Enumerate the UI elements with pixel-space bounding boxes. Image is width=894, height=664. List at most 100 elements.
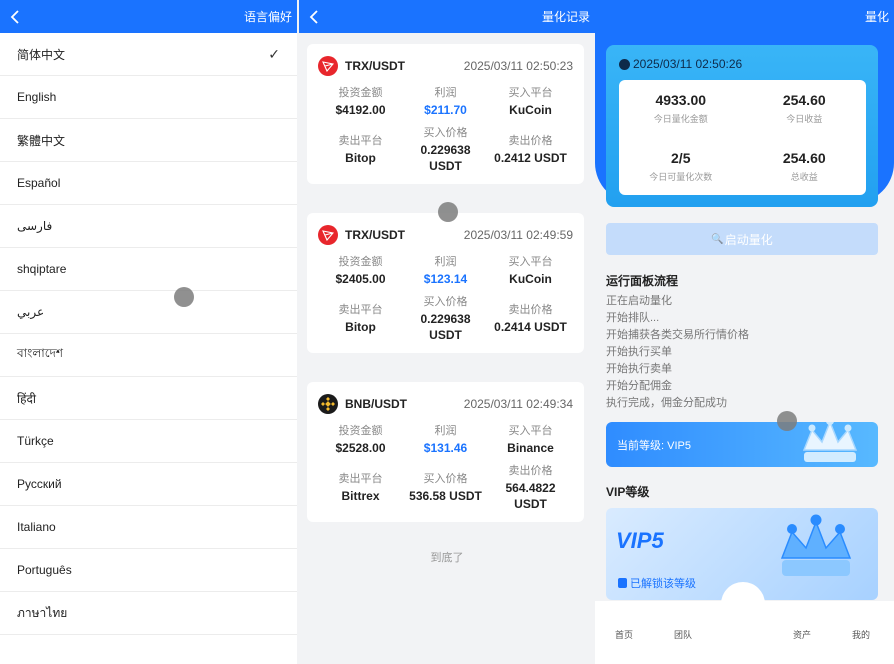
stat-label: 今日量化金额 bbox=[653, 114, 708, 125]
language-item[interactable]: English bbox=[0, 76, 297, 119]
language-item[interactable]: ภาษาไทย bbox=[0, 592, 297, 635]
end-of-list-note: 到底了 bbox=[430, 552, 464, 564]
quant-panel: 量化 2025/03/11 02:50:26 4933.00 今日量化金额 254.… bbox=[595, 0, 894, 664]
current-level-text: 当前等级: VIP5 bbox=[617, 439, 691, 452]
language-item[interactable]: 繁體中文 bbox=[0, 119, 297, 162]
record-field-buy-platform: 买入平台 Binance bbox=[488, 422, 573, 458]
current-level-banner[interactable]: 当前等级: VIP5 bbox=[606, 422, 878, 467]
flow-step: 开始执行买单 bbox=[606, 346, 672, 358]
language-item[interactable]: Italiano bbox=[0, 506, 297, 549]
crown-icon bbox=[802, 422, 858, 462]
field-value: KuCoin bbox=[509, 103, 552, 117]
records-panel: 量化记录 TRX/USDT 2025/03/11 02:50:23 投资金额 $419… bbox=[299, 0, 595, 664]
stat-label: 今日可量化次数 bbox=[649, 171, 713, 182]
record-field-invest: 投资金额 $2528.00 bbox=[318, 422, 403, 458]
language-item[interactable]: shqiptare bbox=[0, 248, 297, 291]
field-value: Bitop bbox=[345, 320, 376, 334]
bnb-icon bbox=[318, 394, 338, 414]
field-value: 0.229638 USDT bbox=[420, 312, 471, 342]
trading-pair: TRX/USDT bbox=[345, 228, 405, 242]
touch-indicator bbox=[174, 287, 194, 307]
field-label: 投资金额 bbox=[338, 425, 383, 437]
record-header: TRX/USDT 2025/03/11 02:50:23 bbox=[318, 54, 573, 78]
tab-team[interactable]: 团队 bbox=[674, 628, 692, 641]
header-bar: 语言偏好 bbox=[0, 0, 297, 33]
record-card[interactable]: TRX/USDT 2025/03/11 02:49:59 投资金额 $2405.00 利… bbox=[307, 213, 584, 353]
record-field-invest: 投资金额 $4192.00 bbox=[318, 84, 403, 120]
field-label: 利润 bbox=[434, 256, 457, 268]
field-value: Bitop bbox=[345, 151, 376, 165]
trading-pair: BNB/USDT bbox=[345, 397, 407, 411]
tab-home[interactable]: 首页 bbox=[615, 628, 633, 641]
language-label: Português bbox=[17, 563, 72, 577]
field-value: $4192.00 bbox=[335, 103, 386, 117]
field-label: 卖出价格 bbox=[508, 304, 553, 316]
language-item[interactable]: Türkçe bbox=[0, 420, 297, 463]
language-list: 简体中文 ✓ English 繁體中文 Español فارسی shqiptare عرب… bbox=[0, 33, 297, 635]
field-value: 0.2414 USDT bbox=[494, 320, 567, 334]
vip-section-title: VIP等级 bbox=[606, 485, 650, 499]
page-title: 量化记录 bbox=[541, 10, 590, 24]
back-arrow-icon[interactable] bbox=[10, 9, 26, 25]
language-item[interactable]: Русский bbox=[0, 463, 297, 506]
field-label: 卖出平台 bbox=[338, 135, 383, 147]
stat-value: 254.60 bbox=[782, 149, 826, 166]
field-value: Binance bbox=[507, 441, 554, 455]
record-field-invest: 投资金额 $2405.00 bbox=[318, 253, 403, 289]
language-label: Italiano bbox=[17, 520, 56, 534]
tab-mine[interactable]: 我的 bbox=[852, 628, 870, 641]
language-item[interactable]: हिंदी bbox=[0, 377, 297, 420]
check-icon: ✓ bbox=[268, 45, 280, 62]
language-label: Español bbox=[17, 176, 61, 190]
tab-assets[interactable]: 资产 bbox=[793, 628, 811, 641]
field-value: $131.46 bbox=[423, 441, 468, 455]
center-tab-button[interactable] bbox=[721, 582, 765, 626]
record-field-sell-price: 卖出价格 0.2412 USDT bbox=[488, 126, 573, 174]
language-item[interactable]: Español bbox=[0, 162, 297, 205]
stats-card: 2025/03/11 02:50:26 4933.00 今日量化金额 254.60 今… bbox=[606, 45, 878, 207]
crown-icon bbox=[780, 514, 852, 576]
flow-title: 运行面板流程 bbox=[606, 274, 679, 288]
record-field-profit: 利润 $123.14 bbox=[403, 253, 488, 289]
stat-value: 4933.00 bbox=[655, 92, 707, 109]
start-quant-label: 启动量化 bbox=[724, 232, 773, 247]
field-value: $2528.00 bbox=[335, 441, 386, 455]
flow-step: 开始捕获各类交易所行情价格 bbox=[606, 329, 749, 341]
language-label: 繁體中文 bbox=[17, 133, 66, 148]
field-label: 买入平台 bbox=[508, 256, 553, 268]
language-label: हिंदी bbox=[17, 391, 36, 406]
stat-item: 254.60 总收益 bbox=[743, 138, 867, 196]
field-value: 0.2412 USDT bbox=[494, 151, 567, 165]
language-item[interactable]: বাংলাদেশ bbox=[0, 334, 297, 377]
record-field-profit: 利润 $211.70 bbox=[403, 84, 488, 120]
language-label: ภาษาไทย bbox=[17, 605, 68, 620]
stat-item: 254.60 今日收益 bbox=[743, 80, 867, 138]
back-arrow-icon[interactable] bbox=[309, 9, 325, 25]
record-field-buy-price: 买入价格 536.58 USDT bbox=[403, 464, 488, 512]
language-label: বাংলাদেশ bbox=[17, 346, 63, 360]
language-item[interactable]: Português bbox=[0, 549, 297, 592]
flow-step: 开始排队... bbox=[606, 312, 660, 324]
record-field-sell-platform: 卖出平台 Bittrex bbox=[318, 464, 403, 512]
start-quant-button[interactable]: 🔍 启动量化 bbox=[606, 223, 878, 255]
record-card[interactable]: BNB/USDT 2025/03/11 02:49:34 投资金额 $2528.00 利… bbox=[307, 382, 584, 522]
record-card[interactable]: TRX/USDT 2025/03/11 02:50:23 投资金额 $4192.00 利… bbox=[307, 44, 584, 184]
language-item[interactable]: فارسی bbox=[0, 205, 297, 248]
clock-icon bbox=[619, 58, 630, 70]
vip-level-name: VIP5 bbox=[616, 528, 664, 553]
field-label: 买入平台 bbox=[508, 87, 553, 99]
record-field-buy-platform: 买入平台 KuCoin bbox=[488, 84, 573, 120]
record-time: 2025/03/11 02:50:23 bbox=[463, 59, 573, 73]
language-item[interactable]: 简体中文 ✓ bbox=[0, 33, 297, 76]
field-label: 投资金额 bbox=[338, 256, 383, 268]
search-icon: 🔍 bbox=[711, 233, 724, 245]
field-value: $211.70 bbox=[424, 103, 467, 117]
record-details: 投资金额 $2528.00 利润 $131.46 买入平台 Binance 卖出平台 Bitt… bbox=[318, 422, 573, 512]
flow-step: 开始执行卖单 bbox=[606, 363, 672, 375]
record-details: 投资金额 $2405.00 利润 $123.14 买入平台 KuCoin 卖出平台 Bitop… bbox=[318, 253, 573, 343]
language-item[interactable]: عربي bbox=[0, 291, 297, 334]
tron-icon bbox=[318, 225, 338, 245]
language-label: Русский bbox=[17, 477, 62, 491]
language-label: فارسی bbox=[17, 219, 53, 233]
record-field-sell-platform: 卖出平台 Bitop bbox=[318, 295, 403, 343]
